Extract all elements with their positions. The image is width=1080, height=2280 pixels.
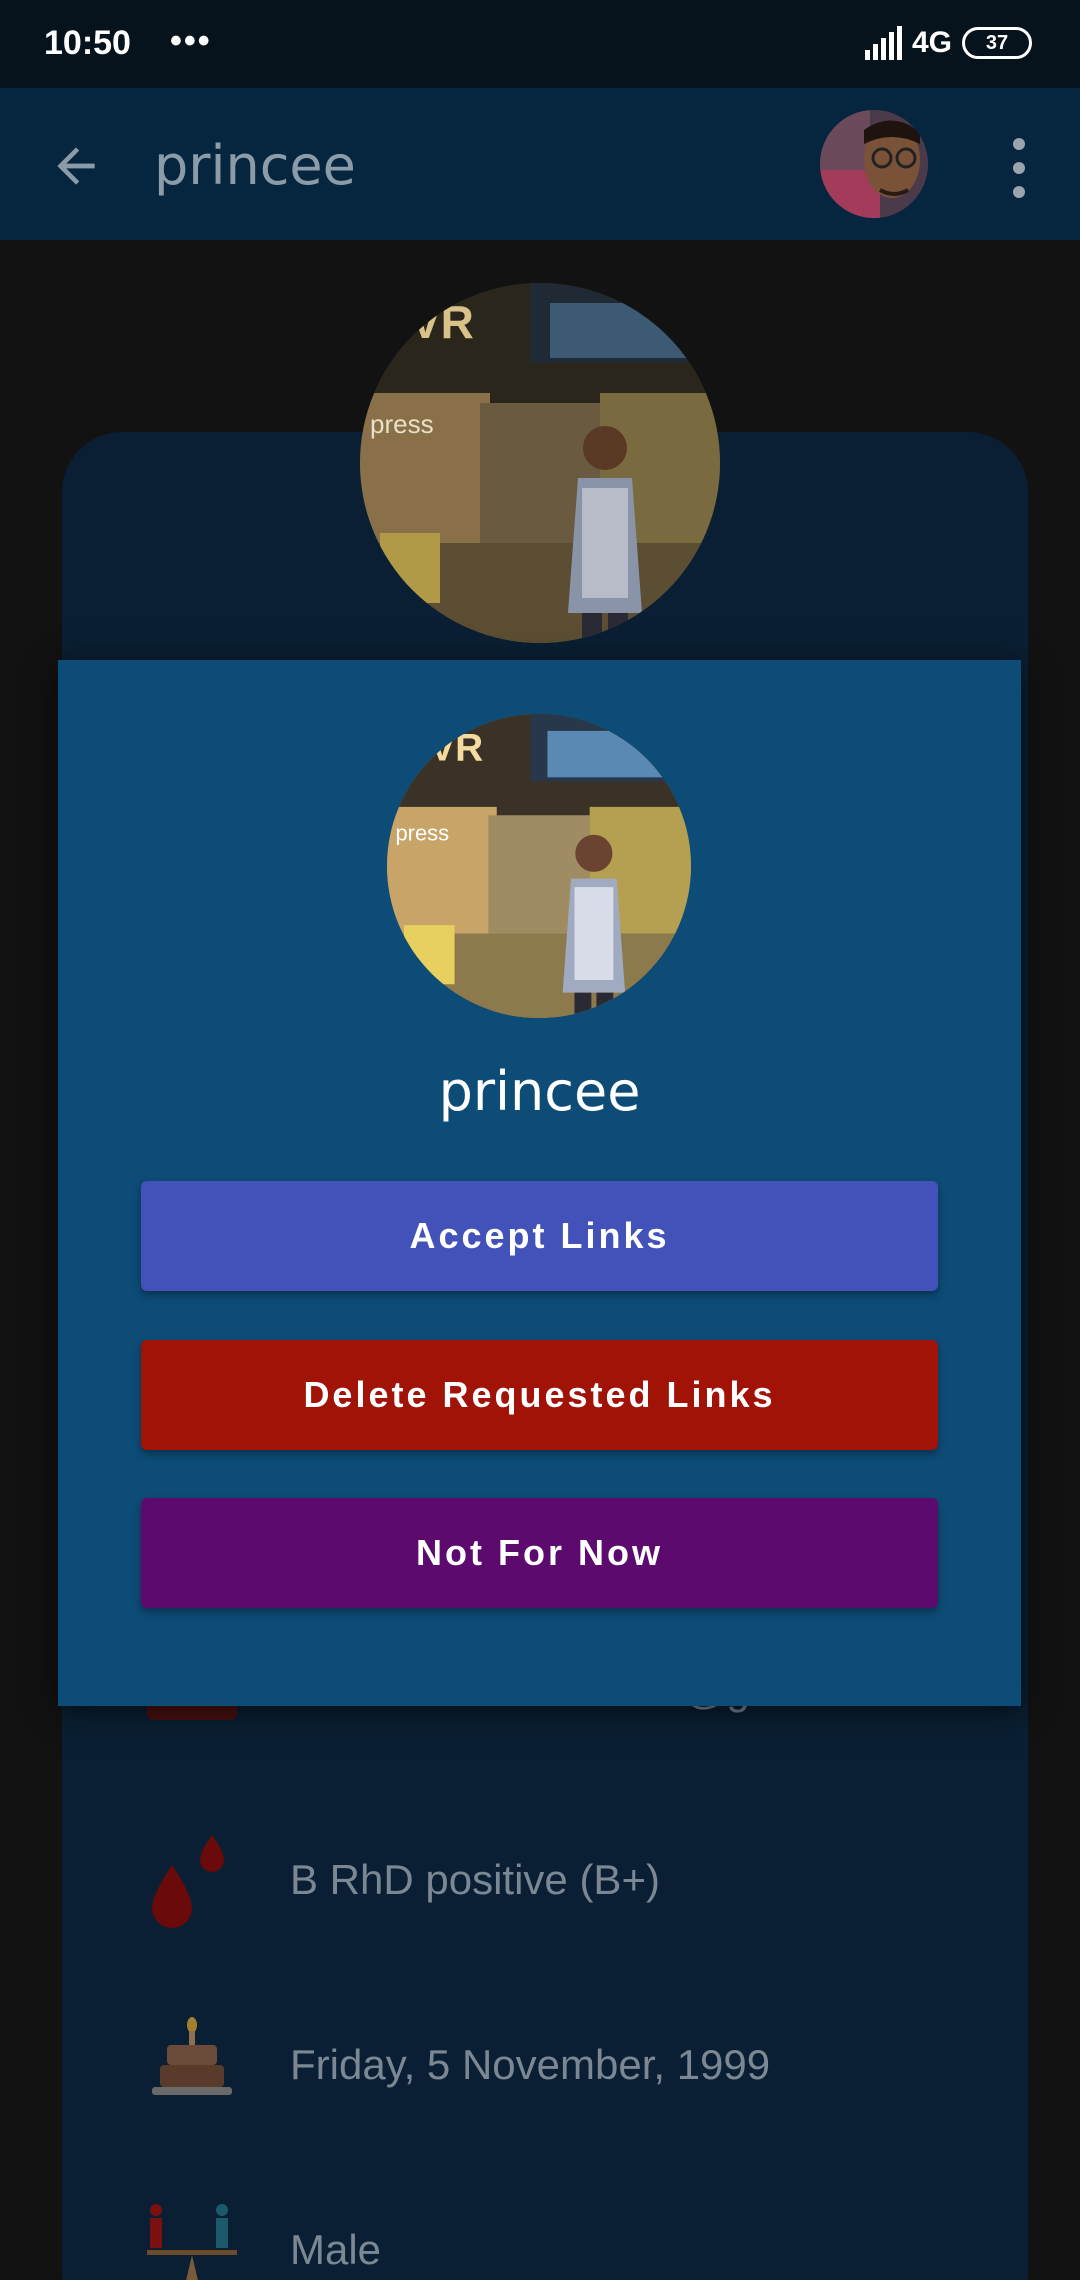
battery-level: 37: [985, 31, 1009, 54]
info-gender: Male: [290, 2226, 382, 2273]
birthday-cake-icon: [152, 2017, 232, 2095]
dialog-avatar: VR press: [387, 714, 691, 1018]
svg-text:VR: VR: [429, 726, 483, 769]
status-more-dots: •••: [170, 22, 212, 60]
info-blood-group: B RhD positive (B+): [290, 1856, 660, 1903]
status-bar: 10:50 ••• 4G 37: [0, 0, 1080, 88]
network-type: 4G: [911, 26, 952, 59]
info-row-birthday: Friday, 5 November, 1999: [142, 2015, 1002, 2115]
dialog-user-name: princee: [438, 1060, 641, 1123]
accept-links-button[interactable]: Accept Links: [141, 1181, 938, 1291]
page-title: princee: [154, 134, 356, 197]
svg-text:VR: VR: [410, 296, 474, 348]
app-bar: princee: [0, 88, 1080, 240]
battery-icon: 37: [962, 27, 1032, 59]
back-arrow-icon[interactable]: [48, 138, 104, 194]
more-options-icon[interactable]: [1004, 138, 1034, 198]
link-request-dialog: VR press princee Accept Links Delete Req…: [58, 660, 1021, 1706]
blood-drop-icon: [152, 1835, 224, 1928]
header-avatar[interactable]: [820, 110, 928, 218]
status-time: 10:50: [44, 24, 131, 62]
info-row-gender: Male: [142, 2200, 1002, 2280]
not-for-now-button[interactable]: Not For Now: [141, 1498, 938, 1608]
gender-scale-icon: [147, 2204, 237, 2280]
info-birthday: Friday, 5 November, 1999: [290, 2041, 771, 2088]
profile-avatar: VR press: [360, 283, 720, 643]
info-row-blood-group: B RhD positive (B+): [142, 1830, 1002, 1930]
svg-text:press: press: [395, 821, 449, 846]
signal-icon: [864, 26, 902, 60]
delete-requested-links-button[interactable]: Delete Requested Links: [141, 1340, 938, 1450]
status-indicators: 4G 37: [864, 26, 1032, 60]
svg-text:press: press: [370, 409, 434, 439]
